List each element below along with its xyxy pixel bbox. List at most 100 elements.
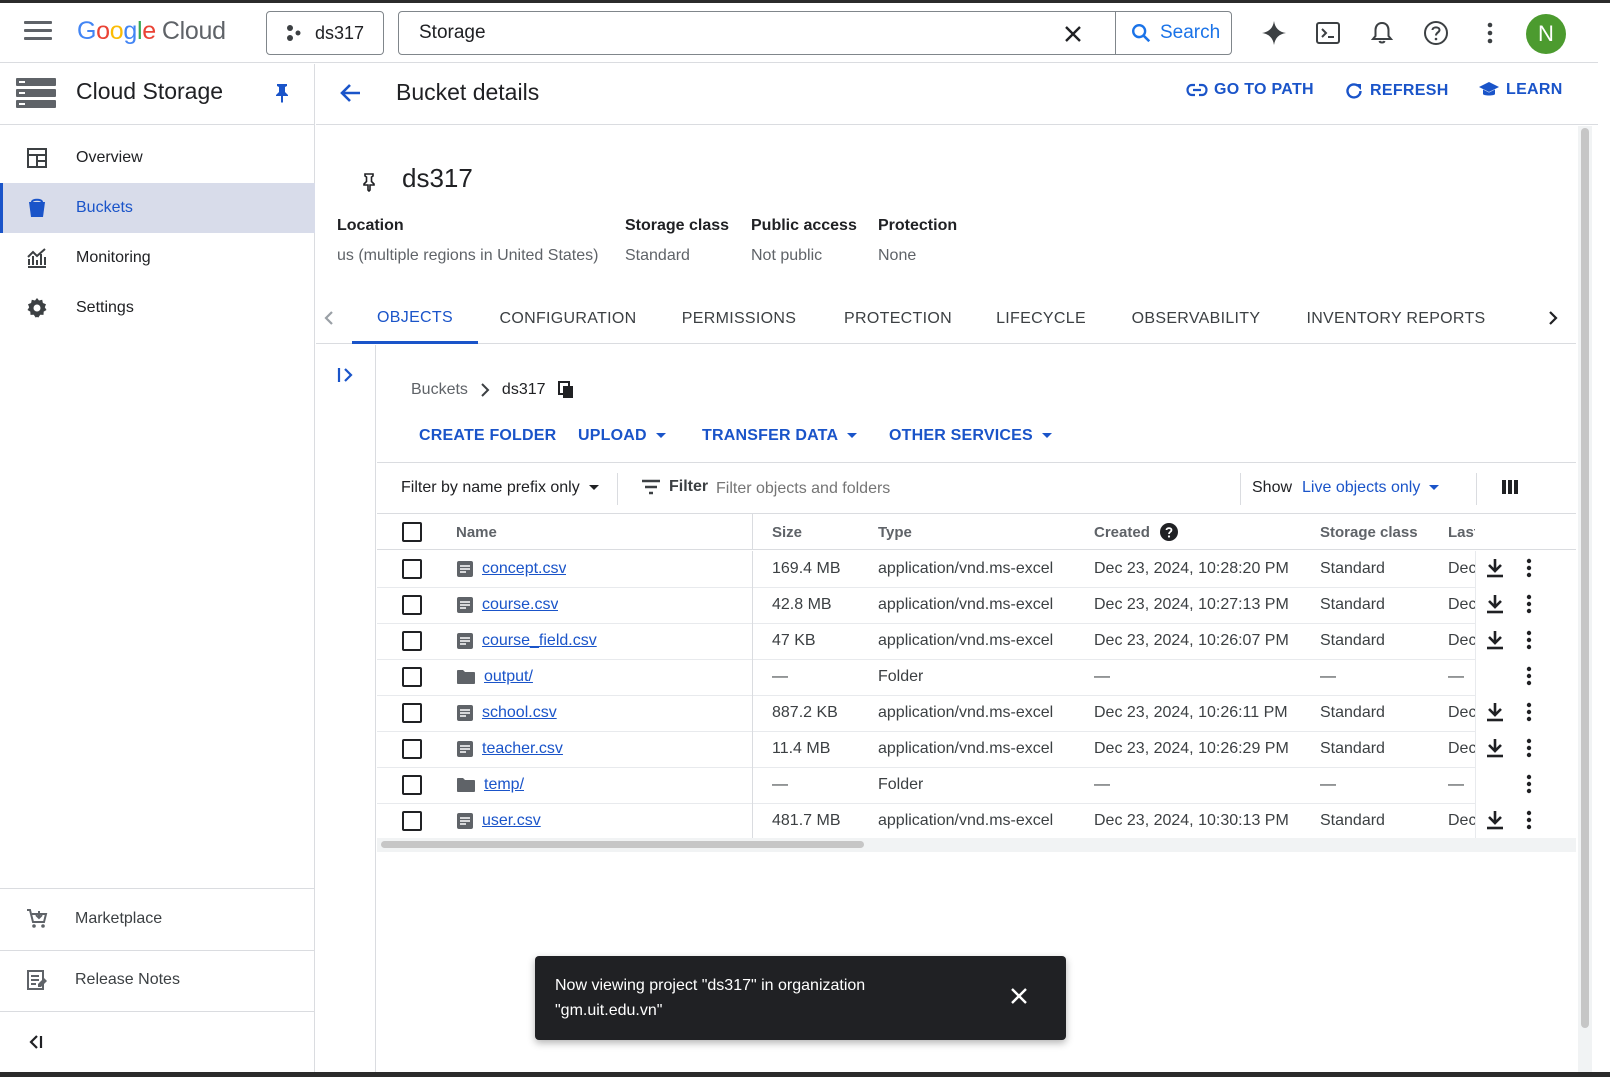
gemini-icon[interactable] [1258, 17, 1290, 49]
tab-configuration[interactable]: CONFIGURATION [498, 294, 638, 344]
more-vert-icon[interactable] [1526, 558, 1532, 583]
object-name-link[interactable]: user.csv [482, 812, 541, 830]
collapse-sidebar-icon[interactable] [26, 1033, 44, 1051]
sidebar-item-overview[interactable]: Overview [0, 133, 315, 183]
tab-lifecycle[interactable]: LIFECYCLE [996, 294, 1086, 344]
horizontal-scrollbar[interactable] [377, 838, 1576, 852]
notifications-icon[interactable] [1366, 17, 1398, 49]
table-row[interactable]: output/ — Folder — — — [377, 659, 1576, 696]
filter-mode-select[interactable]: Filter by name prefix only [401, 479, 600, 497]
horizontal-scrollbar-thumb[interactable] [381, 841, 864, 848]
copy-icon[interactable] [557, 381, 574, 399]
vertical-scrollbar-thumb[interactable] [1581, 128, 1589, 1028]
pin-icon[interactable] [274, 83, 290, 103]
tab-observability[interactable]: OBSERVABILITY [1126, 294, 1266, 344]
dropdown-arrow-icon [847, 433, 858, 438]
more-vert-icon[interactable] [1526, 738, 1532, 763]
refresh-button[interactable]: REFRESH [1344, 81, 1449, 101]
filter-button[interactable]: Filter [641, 478, 708, 496]
column-header-type[interactable]: Type [878, 514, 912, 550]
download-icon[interactable] [1486, 594, 1504, 619]
vertical-scrollbar[interactable] [1578, 126, 1592, 1072]
row-checkbox[interactable] [402, 631, 422, 651]
download-icon[interactable] [1486, 630, 1504, 655]
download-icon[interactable] [1486, 810, 1504, 835]
upload-button[interactable]: UPLOAD [578, 427, 667, 445]
select-all-checkbox[interactable] [402, 522, 422, 542]
table-row[interactable]: course.csv 42.8 MB application/vnd.ms-exce… [377, 587, 1576, 624]
back-arrow-icon[interactable] [338, 80, 364, 106]
tab-permissions[interactable]: PERMISSIONS [678, 294, 800, 344]
more-vert-icon[interactable] [1526, 810, 1532, 835]
sidebar-item-settings[interactable]: Settings [0, 283, 315, 333]
sidebar-item-marketplace[interactable]: Marketplace [0, 889, 315, 949]
row-checkbox[interactable] [402, 775, 422, 795]
cloud-shell-icon[interactable] [1312, 17, 1344, 49]
row-checkbox[interactable] [402, 667, 422, 687]
transfer-data-button[interactable]: TRANSFER DATA [702, 427, 858, 445]
sidebar-item-release-notes[interactable]: Release Notes [0, 950, 315, 1010]
help-icon[interactable] [1420, 17, 1452, 49]
main-menu-icon[interactable] [24, 21, 52, 45]
more-vert-icon[interactable] [1526, 702, 1532, 727]
tab-protection[interactable]: PROTECTION [840, 294, 956, 344]
column-display-icon[interactable] [1501, 478, 1519, 496]
project-picker[interactable]: ds317 [266, 11, 384, 55]
other-services-button[interactable]: OTHER SERVICES [889, 427, 1053, 445]
column-header-name[interactable]: Name [456, 514, 497, 550]
more-vert-icon[interactable] [1526, 774, 1532, 799]
object-name-link[interactable]: teacher.csv [482, 740, 563, 758]
tab-inventory-reports[interactable]: INVENTORY REPORTS [1306, 294, 1486, 344]
table-row[interactable]: user.csv 481.7 MB application/vnd.ms-excel… [377, 803, 1576, 840]
breadcrumb-buckets[interactable]: Buckets [411, 381, 468, 399]
tab-objects[interactable]: OBJECTS [352, 294, 478, 344]
row-checkbox[interactable] [402, 703, 422, 723]
download-icon[interactable] [1486, 702, 1504, 727]
object-name-link[interactable]: course.csv [482, 596, 558, 614]
column-header-size[interactable]: Size [772, 514, 802, 550]
column-header-created[interactable]: Created [1094, 514, 1178, 550]
table-row[interactable]: temp/ — Folder — — — [377, 767, 1576, 804]
object-name-link[interactable]: concept.csv [482, 560, 566, 578]
table-row[interactable]: teacher.csv 11.4 MB application/vnd.ms-exc… [377, 731, 1576, 768]
create-folder-label: CREATE FOLDER [419, 427, 557, 444]
more-vert-icon[interactable] [1474, 17, 1506, 49]
show-label: Show [1252, 479, 1293, 496]
pin-outline-icon[interactable] [362, 172, 376, 192]
table-row[interactable]: concept.csv 169.4 MB application/vnd.ms-ex… [377, 551, 1576, 588]
row-checkbox[interactable] [402, 739, 422, 759]
filter-objects-input[interactable] [716, 475, 1236, 503]
go-to-path-button[interactable]: GO TO PATH [1186, 81, 1314, 99]
download-icon[interactable] [1486, 738, 1504, 763]
tabs-scroll-left-icon[interactable] [322, 307, 336, 329]
show-objects-select[interactable]: Live objects only [1302, 479, 1440, 497]
more-vert-icon[interactable] [1526, 630, 1532, 655]
tabs-scroll-right-icon[interactable] [1546, 307, 1560, 329]
column-header-last[interactable]: Last [1448, 514, 1475, 550]
google-cloud-logo[interactable]: Google Cloud [77, 17, 226, 46]
sidebar-item-buckets[interactable]: Buckets [0, 183, 315, 233]
column-header-storage-class[interactable]: Storage class [1320, 514, 1418, 550]
table-row[interactable]: course_field.csv 47 KB application/vnd.ms-… [377, 623, 1576, 660]
download-icon[interactable] [1486, 558, 1504, 583]
more-vert-icon[interactable] [1526, 594, 1532, 619]
object-name-link[interactable]: temp/ [484, 776, 524, 794]
help-filled-icon[interactable] [1159, 523, 1178, 541]
object-name-link[interactable]: output/ [484, 668, 533, 686]
object-name-link[interactable]: course_field.csv [482, 632, 597, 650]
object-name-link[interactable]: school.csv [482, 704, 557, 722]
row-checkbox[interactable] [402, 559, 422, 579]
create-folder-button[interactable]: CREATE FOLDER [419, 427, 556, 445]
table-row[interactable]: school.csv 887.2 KB application/vnd.ms-exc… [377, 695, 1576, 732]
row-checkbox[interactable] [402, 811, 422, 831]
learn-button[interactable]: LEARN [1478, 81, 1563, 99]
expand-folder-tree-icon[interactable] [336, 365, 356, 385]
search-input[interactable] [399, 22, 1039, 44]
close-icon[interactable] [1009, 986, 1029, 1006]
clear-search-icon[interactable] [1061, 22, 1085, 46]
account-avatar[interactable]: N [1526, 14, 1566, 54]
row-checkbox[interactable] [402, 595, 422, 615]
search-button[interactable]: Search [1115, 12, 1231, 54]
more-vert-icon[interactable] [1526, 666, 1532, 691]
sidebar-item-monitoring[interactable]: Monitoring [0, 233, 315, 283]
